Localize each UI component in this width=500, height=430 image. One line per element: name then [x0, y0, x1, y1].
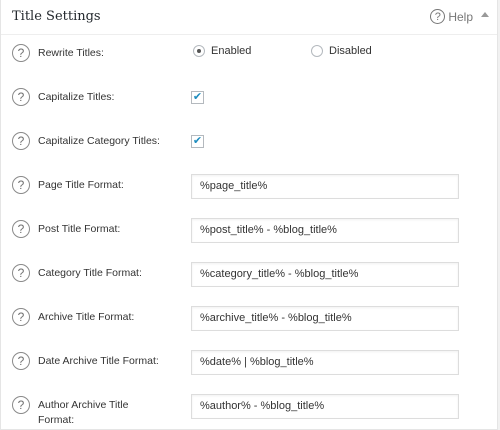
rewrite-enabled-option[interactable]: Enabled	[193, 45, 251, 57]
page-title-format-label: Page Title Format:	[38, 179, 124, 191]
title-settings-panel: Title Settings ? Help ? Rewrite Titles: …	[0, 0, 498, 430]
row-date-archive-title-format: ? Date Archive Title Format: %date% | %b…	[1, 342, 499, 382]
panel-title: Title Settings	[12, 9, 101, 24]
author-archive-title-format-input[interactable]: %author% - %blog_title%	[191, 394, 459, 419]
help-label: Help	[448, 9, 473, 24]
category-title-format-input[interactable]: %category_title% - %blog_title%	[191, 262, 459, 287]
page-title-format-input[interactable]: %page_title%	[191, 174, 459, 199]
capitalize-titles-checkbox[interactable]: ✔	[191, 91, 204, 104]
rewrite-titles-label: Rewrite Titles:	[38, 47, 104, 59]
rewrite-disabled-label: Disabled	[329, 45, 372, 57]
help-question-icon[interactable]: ?	[12, 396, 30, 414]
help-question-icon[interactable]: ?	[12, 264, 30, 282]
help-question-icon[interactable]: ?	[12, 308, 30, 326]
question-circle-icon: ?	[430, 9, 446, 24]
rewrite-enabled-radio[interactable]	[193, 45, 205, 57]
help-question-icon[interactable]: ?	[12, 176, 30, 194]
help-question-icon[interactable]: ?	[12, 44, 30, 62]
post-title-format-input[interactable]: %post_title% - %blog_title%	[191, 218, 459, 243]
rewrite-enabled-label: Enabled	[211, 45, 252, 57]
help-link[interactable]: ? Help	[430, 9, 473, 24]
help-question-icon[interactable]: ?	[12, 220, 30, 238]
row-post-title-format: ? Post Title Format: %post_title% - %blo…	[1, 210, 499, 250]
help-question-icon[interactable]: ?	[12, 352, 30, 370]
row-author-archive-title-format: ? Author Archive Title Format: %author% …	[1, 386, 499, 430]
row-page-title-format: ? Page Title Format: %page_title%	[1, 166, 499, 206]
capitalize-category-titles-checkbox[interactable]: ✔	[191, 135, 204, 148]
help-question-icon[interactable]: ?	[12, 132, 30, 150]
date-archive-title-format-input[interactable]: %date% | %blog_title%	[191, 350, 459, 375]
help-question-icon[interactable]: ?	[12, 88, 30, 106]
collapse-caret-icon[interactable]	[481, 12, 489, 17]
capitalize-titles-label: Capitalize Titles:	[38, 91, 115, 103]
capitalize-category-titles-label: Capitalize Category Titles:	[38, 135, 160, 147]
date-archive-title-format-label: Date Archive Title Format:	[38, 355, 159, 367]
row-category-title-format: ? Category Title Format: %category_title…	[1, 254, 499, 294]
archive-title-format-label: Archive Title Format:	[38, 311, 135, 323]
row-capitalize-titles: ? Capitalize Titles: ✔	[1, 78, 499, 118]
category-title-format-label: Category Title Format:	[38, 267, 142, 279]
row-rewrite-titles: ? Rewrite Titles: Enabled Disabled	[1, 34, 499, 74]
panel-header: Title Settings ? Help	[1, 0, 497, 35]
row-capitalize-category-titles: ? Capitalize Category Titles: ✔	[1, 122, 499, 162]
rewrite-disabled-option[interactable]: Disabled	[311, 45, 372, 57]
post-title-format-label: Post Title Format:	[38, 223, 121, 235]
rewrite-disabled-radio[interactable]	[311, 45, 323, 57]
archive-title-format-input[interactable]: %archive_title% - %blog_title%	[191, 306, 459, 331]
row-archive-title-format: ? Archive Title Format: %archive_title% …	[1, 298, 499, 338]
author-archive-title-format-label: Author Archive Title Format:	[38, 399, 129, 426]
